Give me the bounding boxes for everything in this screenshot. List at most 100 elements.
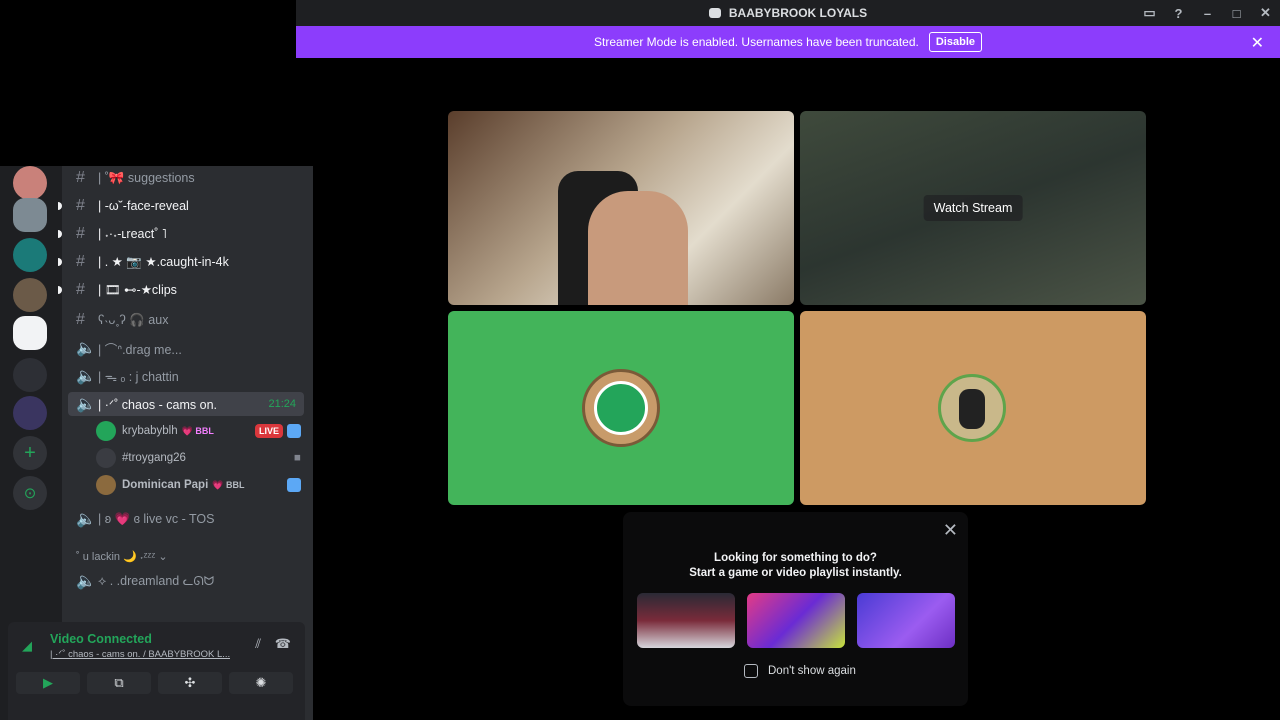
- speaker-icon: 🔈: [76, 573, 96, 590]
- hash-icon: #: [76, 253, 85, 270]
- channel-item[interactable]: # | . ★ 📷 ★.caught-in-4k: [68, 250, 304, 274]
- checkbox-label: Don't show again: [768, 665, 856, 677]
- noise-suppression-icon[interactable]: ⫽: [255, 636, 261, 652]
- channel-label: | ˖·˖-ʟreact˚ ˥: [98, 227, 167, 241]
- voice-channel-item[interactable]: 🔈 ⟡ . .dreamland ᓚᘏᗢ: [68, 569, 304, 593]
- activity-card[interactable]: [747, 593, 845, 648]
- channel-item[interactable]: # | -ω˘-face-reveal: [68, 194, 304, 218]
- user-tile[interactable]: [800, 311, 1146, 505]
- screen-share-button[interactable]: ⧉: [87, 672, 151, 694]
- channel-timer: 21:24: [268, 398, 296, 410]
- user-name: #troygang26: [122, 452, 186, 464]
- voice-channel-link[interactable]: | ·ᐟ˚ chaos - cams on. / BAABYBROOK L...: [50, 649, 230, 660]
- channel-label: | ᯓ ₒ : j chattin: [98, 369, 179, 384]
- discord-logo-icon: [708, 8, 721, 18]
- category-header[interactable]: ˚ u lackin 🌙 ˖ᶻᶻᶻ ⌄: [68, 544, 304, 568]
- camera-tile[interactable]: [448, 111, 794, 305]
- user-name: Dominican Papi: [122, 479, 209, 491]
- camera-icon: ■: [294, 452, 301, 464]
- activity-card[interactable]: [637, 593, 735, 648]
- voice-user[interactable]: #troygang26 ■: [96, 447, 301, 469]
- add-server-icon[interactable]: +: [13, 436, 47, 470]
- disable-button[interactable]: Disable: [928, 32, 982, 52]
- user-tile[interactable]: [448, 311, 794, 505]
- window-title: BAABYBROOK LOYALS: [728, 6, 868, 20]
- avatar: [96, 448, 116, 468]
- user-tag: 💗 BBL: [212, 479, 245, 490]
- speaker-icon: 🔈: [76, 340, 96, 357]
- voice-channel-item[interactable]: 🔈 | ⌒ᐢ.drag me...: [68, 336, 304, 360]
- server-icon[interactable]: [13, 358, 47, 392]
- server-icon[interactable]: [13, 198, 47, 232]
- close-icon[interactable]: ✕: [943, 520, 958, 541]
- hash-icon: #: [76, 197, 85, 214]
- hash-icon: #: [76, 225, 85, 242]
- channel-label: | -ω˘-face-reveal: [98, 199, 189, 213]
- voice-channel-item[interactable]: 🔈 | ʚ 💗 ɞ live vc - TOS: [68, 507, 304, 531]
- stream-tile[interactable]: Watch Stream: [800, 111, 1146, 305]
- watch-stream-button[interactable]: Watch Stream: [923, 195, 1023, 221]
- voice-user[interactable]: Dominican Papi 💗 BBL: [96, 474, 301, 496]
- channel-item[interactable]: # | ˚🎀 suggestions: [68, 166, 304, 190]
- black-overlay: [0, 0, 296, 166]
- explore-icon[interactable]: ⊙: [13, 476, 47, 510]
- channel-label: | ˚🎀 suggestions: [98, 170, 195, 185]
- user-name: krybabyblh: [122, 425, 178, 437]
- channel-label: | ·ᐟ˚ chaos - cams on.: [98, 397, 217, 412]
- person-shape: [959, 389, 985, 429]
- hash-icon: #: [76, 169, 85, 186]
- minimize-button[interactable]: –: [1193, 0, 1222, 26]
- streamer-mode-banner: Streamer Mode is enabled. Usernames have…: [296, 26, 1280, 58]
- speaker-icon: 🔈: [76, 396, 96, 413]
- banner-text: Streamer Mode is enabled. Usernames have…: [594, 35, 919, 49]
- server-icon[interactable]: [13, 396, 47, 430]
- video-icon: [287, 478, 301, 492]
- avatar: [96, 475, 116, 495]
- avatar: [938, 374, 1006, 442]
- server-icon[interactable]: [13, 278, 47, 312]
- speaker-icon: 🔈: [76, 511, 96, 528]
- hash-icon: #: [76, 311, 85, 328]
- video-icon: [287, 424, 301, 438]
- checkbox-box[interactable]: [744, 664, 758, 678]
- avatar: [96, 421, 116, 441]
- unread-indicator: [58, 202, 62, 210]
- voice-channel-item[interactable]: 🔈 | ᯓ ₒ : j chattin: [68, 364, 304, 388]
- avatar: [582, 369, 660, 447]
- channel-label: | ʚ 💗 ɞ live vc - TOS: [98, 511, 215, 526]
- signal-icon: ◢: [22, 638, 32, 653]
- channel-label: ⟡ . .dreamland ᓚᘏᗢ: [98, 574, 215, 588]
- channel-item[interactable]: # | ˖·˖-ʟreact˚ ˥: [68, 222, 304, 246]
- popup-subtitle: Start a game or video playlist instantly…: [689, 567, 902, 579]
- dont-show-checkbox[interactable]: Don't show again: [744, 664, 856, 678]
- server-icon-active[interactable]: [13, 316, 47, 350]
- server-icon[interactable]: [13, 166, 47, 200]
- channel-label: ʕ˴ᴗ˳ʔ 🎧 aux: [98, 312, 169, 327]
- voice-channel-item-active[interactable]: 🔈 | ·ᐟ˚ chaos - cams on. 21:24: [68, 392, 304, 416]
- popup-text: Looking for something to do? Start a gam…: [623, 551, 968, 581]
- camera-button[interactable]: ▶: [16, 672, 80, 694]
- channel-label: | 🎞 ⊷-★clips: [98, 283, 177, 297]
- server-icon[interactable]: [13, 238, 47, 272]
- close-window-button[interactable]: ✕: [1251, 0, 1280, 26]
- disconnect-icon[interactable]: ☎: [275, 636, 291, 652]
- channel-label: | ⌒ᐢ.drag me...: [98, 342, 182, 357]
- activity-card[interactable]: [857, 593, 955, 648]
- category-label: ˚ u lackin 🌙 ˖ᶻᶻᶻ ⌄: [76, 550, 168, 563]
- channel-item[interactable]: # | 🎞 ⊷-★clips: [68, 278, 304, 302]
- voice-status: Video Connected: [50, 632, 152, 646]
- help-icon[interactable]: ?: [1164, 0, 1193, 26]
- channel-item[interactable]: # ʕ˴ᴗ˳ʔ 🎧 aux: [68, 308, 304, 332]
- inbox-icon[interactable]: ▭: [1135, 0, 1164, 26]
- soundboard-button[interactable]: ✺: [229, 672, 293, 694]
- person-shape: [588, 191, 688, 305]
- voice-user[interactable]: krybabyblh 💗 BBL LIVE: [96, 420, 301, 442]
- unread-indicator: [58, 258, 62, 266]
- maximize-button[interactable]: □: [1222, 0, 1251, 26]
- close-icon[interactable]: ✕: [1251, 33, 1264, 53]
- voice-panel: ◢ Video Connected | ·ᐟ˚ chaos - cams on.…: [8, 622, 305, 720]
- activities-button[interactable]: ✣: [158, 672, 222, 694]
- user-tag: 💗 BBL: [181, 425, 214, 436]
- hash-icon: #: [76, 281, 85, 298]
- activity-popup: ✕ Looking for something to do? Start a g…: [623, 512, 968, 706]
